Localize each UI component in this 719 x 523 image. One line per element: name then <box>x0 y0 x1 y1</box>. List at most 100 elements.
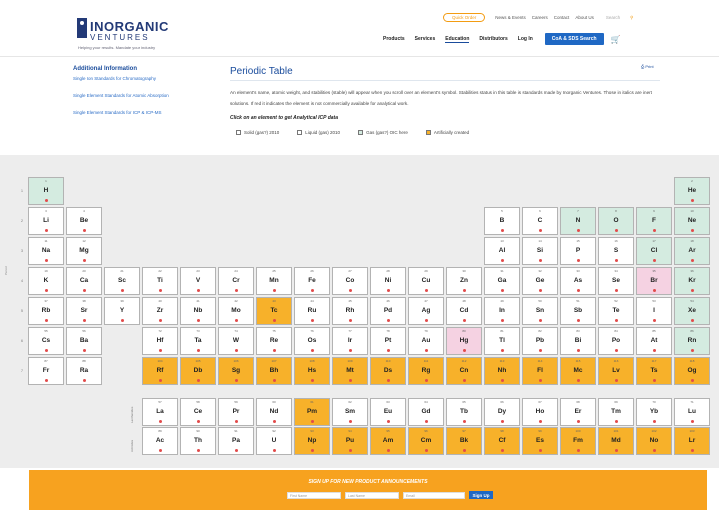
about-us-link[interactable]: About Us <box>575 15 594 20</box>
element-cell-lu[interactable]: 71 Lu <box>674 398 710 426</box>
nav-education[interactable]: Education <box>445 36 470 43</box>
element-cell-p[interactable]: 15 P <box>560 237 596 265</box>
element-cell-tc[interactable]: 43 Tc <box>256 297 292 325</box>
element-cell-fe[interactable]: 26 Fe <box>294 267 330 295</box>
element-cell-cu[interactable]: 29 Cu <box>408 267 444 295</box>
element-cell-zr[interactable]: 40 Zr <box>142 297 178 325</box>
element-cell-hs[interactable]: 108 Hs <box>294 357 330 385</box>
last-name-field[interactable]: Last Name <box>345 491 399 499</box>
element-cell-np[interactable]: 93 Np <box>294 427 330 455</box>
element-cell-cr[interactable]: 24 Cr <box>218 267 254 295</box>
element-cell-lv[interactable]: 116 Lv <box>598 357 634 385</box>
element-cell-c[interactable]: 6C <box>522 207 558 235</box>
element-cell-he[interactable]: 2 He <box>674 177 710 205</box>
search-input[interactable]: Search <box>606 15 620 20</box>
element-cell-hf[interactable]: 72 Hf <box>142 327 178 355</box>
element-cell-ds[interactable]: 110 Ds <box>370 357 406 385</box>
element-cell-nh[interactable]: 113 Nh <box>484 357 520 385</box>
element-cell-cn[interactable]: 112 Cn <box>446 357 482 385</box>
element-cell-ir[interactable]: 77 Ir <box>332 327 368 355</box>
element-cell-h[interactable]: 1H <box>28 177 64 205</box>
print-link[interactable]: ⎙ Print <box>641 64 654 69</box>
element-cell-ag[interactable]: 47 Ag <box>408 297 444 325</box>
element-cell-rh[interactable]: 45 Rh <box>332 297 368 325</box>
element-cell-au[interactable]: 79 Au <box>408 327 444 355</box>
element-cell-o[interactable]: 8O <box>598 207 634 235</box>
nav-services[interactable]: Services <box>415 36 436 42</box>
element-cell-fr[interactable]: 87 Fr <box>28 357 64 385</box>
element-cell-cm[interactable]: 96 Cm <box>408 427 444 455</box>
element-cell-xe[interactable]: 54 Xe <box>674 297 710 325</box>
element-cell-tm[interactable]: 69 Tm <box>598 398 634 426</box>
element-cell-br[interactable]: 35 Br <box>636 267 672 295</box>
element-cell-mn[interactable]: 25 Mn <box>256 267 292 295</box>
element-cell-rf[interactable]: 104 Rf <box>142 357 178 385</box>
element-cell-b[interactable]: 5B <box>484 207 520 235</box>
contact-link[interactable]: Contact <box>554 15 570 20</box>
element-cell-am[interactable]: 95 Am <box>370 427 406 455</box>
element-cell-pt[interactable]: 78 Pt <box>370 327 406 355</box>
element-cell-pu[interactable]: 94 Pu <box>332 427 368 455</box>
element-cell-db[interactable]: 105 Db <box>180 357 216 385</box>
element-cell-as[interactable]: 33 As <box>560 267 596 295</box>
element-cell-ni[interactable]: 28 Ni <box>370 267 406 295</box>
element-cell-la[interactable]: 57 La <box>142 398 178 426</box>
search-icon[interactable]: ⚲ <box>630 15 633 21</box>
element-cell-rn[interactable]: 86 Rn <box>674 327 710 355</box>
element-cell-ge[interactable]: 32 Ge <box>522 267 558 295</box>
nav-distributors[interactable]: Distributors <box>479 36 507 42</box>
careers-link[interactable]: Careers <box>532 15 548 20</box>
element-cell-rg[interactable]: 111 Rg <box>408 357 444 385</box>
sidebar-link-icp[interactable]: Single Element Standards for ICP & ICP-M… <box>73 110 213 115</box>
element-cell-cs[interactable]: 55 Cs <box>28 327 64 355</box>
element-cell-os[interactable]: 76 Os <box>294 327 330 355</box>
element-cell-ts[interactable]: 117 Ts <box>636 357 672 385</box>
element-cell-cf[interactable]: 98 Cf <box>484 427 520 455</box>
element-cell-zn[interactable]: 30 Zn <box>446 267 482 295</box>
element-cell-f[interactable]: 9F <box>636 207 672 235</box>
element-cell-cd[interactable]: 48 Cd <box>446 297 482 325</box>
element-cell-at[interactable]: 85 At <box>636 327 672 355</box>
element-cell-ne[interactable]: 10 Ne <box>674 207 710 235</box>
element-cell-hg[interactable]: 80 Hg <box>446 327 482 355</box>
brand-logo[interactable]: INORGANIC VENTURES Helping your results.… <box>77 18 177 52</box>
element-cell-pm[interactable]: 61 Pm <box>294 398 330 426</box>
element-cell-pd[interactable]: 46 Pd <box>370 297 406 325</box>
element-cell-k[interactable]: 19 K <box>28 267 64 295</box>
element-cell-og[interactable]: 118 Og <box>674 357 710 385</box>
element-cell-se[interactable]: 34 Se <box>598 267 634 295</box>
element-cell-bk[interactable]: 97 Bk <box>446 427 482 455</box>
element-cell-y[interactable]: 39 Y <box>104 297 140 325</box>
sign-up-button[interactable]: Sign Up <box>469 491 493 499</box>
news-events-link[interactable]: News & Events <box>495 15 526 20</box>
element-cell-pa[interactable]: 91 Pa <box>218 427 254 455</box>
element-cell-s[interactable]: 16 S <box>598 237 634 265</box>
element-cell-al[interactable]: 13 Al <box>484 237 520 265</box>
element-cell-es[interactable]: 99 Es <box>522 427 558 455</box>
element-cell-mt[interactable]: 109 Mt <box>332 357 368 385</box>
element-cell-sc[interactable]: 21 Sc <box>104 267 140 295</box>
nav-login[interactable]: Log In <box>518 36 533 42</box>
element-cell-in[interactable]: 49 In <box>484 297 520 325</box>
element-cell-tl[interactable]: 81 Tl <box>484 327 520 355</box>
element-cell-dy[interactable]: 66 Dy <box>484 398 520 426</box>
element-cell-sr[interactable]: 38 Sr <box>66 297 102 325</box>
element-cell-ru[interactable]: 44 Ru <box>294 297 330 325</box>
element-cell-sg[interactable]: 106 Sg <box>218 357 254 385</box>
element-cell-cl[interactable]: 17 Cl <box>636 237 672 265</box>
element-cell-sn[interactable]: 50 Sn <box>522 297 558 325</box>
element-cell-ho[interactable]: 67 Ho <box>522 398 558 426</box>
element-cell-yb[interactable]: 70 Yb <box>636 398 672 426</box>
element-cell-i[interactable]: 53 I <box>636 297 672 325</box>
element-cell-na[interactable]: 11 Na <box>28 237 64 265</box>
element-cell-po[interactable]: 84 Po <box>598 327 634 355</box>
element-cell-ca[interactable]: 20 Ca <box>66 267 102 295</box>
element-cell-li[interactable]: 3 Li <box>28 207 64 235</box>
element-cell-ba[interactable]: 56 Ba <box>66 327 102 355</box>
element-cell-no[interactable]: 102 No <box>636 427 672 455</box>
email-field[interactable]: Email <box>403 491 465 499</box>
sidebar-link-atomic-absorption[interactable]: Single Element Standards for Atomic Abso… <box>73 93 213 98</box>
element-cell-pr[interactable]: 59 Pr <box>218 398 254 426</box>
element-cell-mc[interactable]: 115 Mc <box>560 357 596 385</box>
element-cell-bi[interactable]: 83 Bi <box>560 327 596 355</box>
